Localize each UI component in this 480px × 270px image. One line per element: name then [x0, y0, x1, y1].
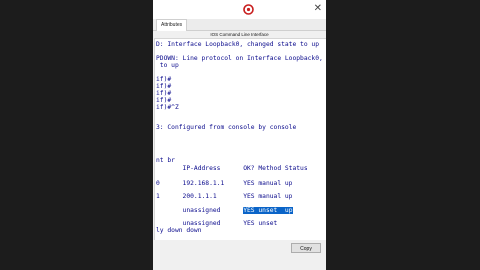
terminal-line-text: if)# [156, 90, 172, 97]
terminal-line-text: if)# [156, 76, 172, 83]
terminal-line: 3: Configured from console by console [156, 124, 296, 131]
terminal-output[interactable]: D: Interface Loopback0, changed state to… [154, 38, 326, 242]
terminal-line: ly down down [156, 227, 202, 234]
terminal-line-text: unassigned [156, 207, 244, 214]
terminal-line: if)# [156, 76, 171, 83]
terminal-line-text: if)# [156, 83, 172, 90]
terminal-line: 0 192.168.1.1 YES manual up [156, 180, 292, 187]
tab-attributes[interactable]: Attributes [156, 19, 188, 31]
terminal-line-text: IP-Address OK? Method Status [156, 165, 308, 172]
terminal-line: unassigned YES unset [156, 220, 278, 227]
terminal-line-text: 3: Configured from console by console [156, 124, 297, 131]
terminal-line: if)# [156, 83, 171, 90]
terminal-line-text: if)#^Z [156, 104, 179, 111]
terminal-line: 1 200.1.1.1 YES manual up [156, 193, 292, 200]
terminal-line: to up [156, 62, 179, 69]
cli-window: ✕ Attributes IOS Command Line Interface … [153, 0, 326, 270]
tab-bar: Attributes [153, 19, 326, 31]
terminal-line-text: 1 200.1.1.1 YES manual up [156, 193, 293, 200]
terminal-line: if)# [156, 90, 171, 97]
copy-button[interactable]: Copy [291, 243, 321, 253]
terminal-line-text: PDOWN: Line protocol on Interface Loopba… [156, 55, 323, 62]
packet-tracer-app-icon [243, 4, 254, 15]
terminal-line: nt br [156, 157, 175, 164]
close-icon[interactable]: ✕ [314, 3, 322, 15]
terminal-line-text: D: Interface Loopback0, changed state to… [156, 41, 320, 48]
terminal-line-text: unassigned YES unset [156, 220, 278, 227]
terminal-line-text: 0 192.168.1.1 YES manual up [156, 180, 293, 187]
bottom-bar: Copy [153, 240, 326, 270]
terminal-line: PDOWN: Line protocol on Interface Loopba… [156, 55, 323, 62]
terminal-line: unassigned YES unset up [156, 207, 293, 214]
terminal-line: if)#^Z [156, 104, 179, 111]
terminal-line: IP-Address OK? Method Status [156, 165, 308, 172]
terminal-line-text: nt br [156, 157, 175, 164]
selected-text: YES unset up [243, 207, 293, 214]
terminal-line-text: if)# [156, 97, 172, 104]
terminal-line: D: Interface Loopback0, changed state to… [156, 41, 319, 48]
terminal-line-text: to up [156, 62, 179, 69]
terminal-line-text: ly down down [156, 227, 202, 234]
title-bar: ✕ [153, 0, 326, 19]
terminal-line: if)# [156, 97, 171, 104]
